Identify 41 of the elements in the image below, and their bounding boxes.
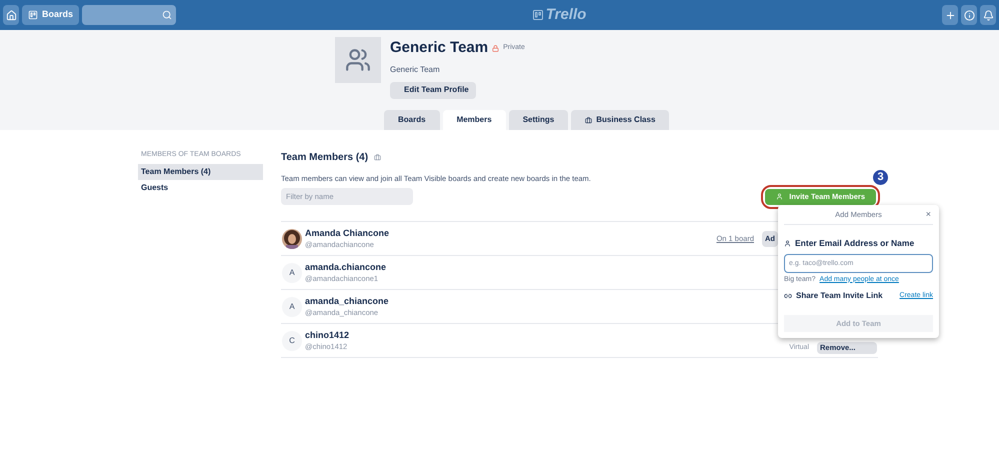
- logo: Trello: [546, 4, 586, 25]
- tab[interactable]: Members: [442, 110, 506, 130]
- logo-icon: [532, 9, 544, 21]
- link-icon: [784, 292, 792, 300]
- briefcase-icon: [374, 154, 382, 161]
- info-button[interactable]: [961, 5, 977, 25]
- plus-icon: [944, 10, 956, 20]
- lock-icon: [492, 44, 500, 52]
- member-name: amanda.chiancone: [305, 261, 386, 274]
- share-label: Share Team Invite Link: [796, 290, 883, 302]
- tab[interactable]: Business Class: [571, 110, 670, 130]
- avatar-initial: A: [282, 262, 302, 283]
- sidebar-item[interactable]: Guests: [138, 180, 263, 196]
- team-name: Generic Team: [390, 38, 488, 58]
- person-icon: [784, 240, 791, 247]
- close-button[interactable]: ×: [926, 208, 931, 222]
- person-icon: [776, 193, 784, 200]
- member-name: Amanda Chiancone: [305, 227, 390, 240]
- add-button[interactable]: [942, 5, 958, 25]
- avatar-initial: A: [282, 296, 302, 317]
- team-description: Generic Team: [390, 64, 441, 76]
- home-icon: [6, 10, 16, 20]
- member-name: chino1412: [305, 329, 350, 342]
- home-button[interactable]: [3, 5, 19, 25]
- section-title: Team Members (4): [281, 151, 368, 165]
- search-field[interactable]: [82, 5, 176, 25]
- sidebar-item[interactable]: Team Members (4): [138, 164, 263, 180]
- avatar-initial: C: [282, 330, 302, 351]
- search-icon: [162, 10, 172, 20]
- member-name: amanda_chiancone: [305, 295, 389, 308]
- team-logo: [335, 37, 381, 83]
- info-icon: [964, 10, 974, 20]
- board-icon: [28, 10, 38, 20]
- briefcase-icon: [585, 116, 592, 124]
- notifications-button[interactable]: [980, 5, 996, 25]
- step-badge: 3: [872, 168, 889, 186]
- field-label: Enter Email Address or Name: [795, 237, 914, 250]
- tab[interactable]: Boards: [384, 110, 440, 130]
- bell-icon: [982, 10, 994, 20]
- edit-profile-button[interactable]: Edit Team Profile: [390, 82, 476, 98]
- tab[interactable]: Settings: [508, 110, 568, 130]
